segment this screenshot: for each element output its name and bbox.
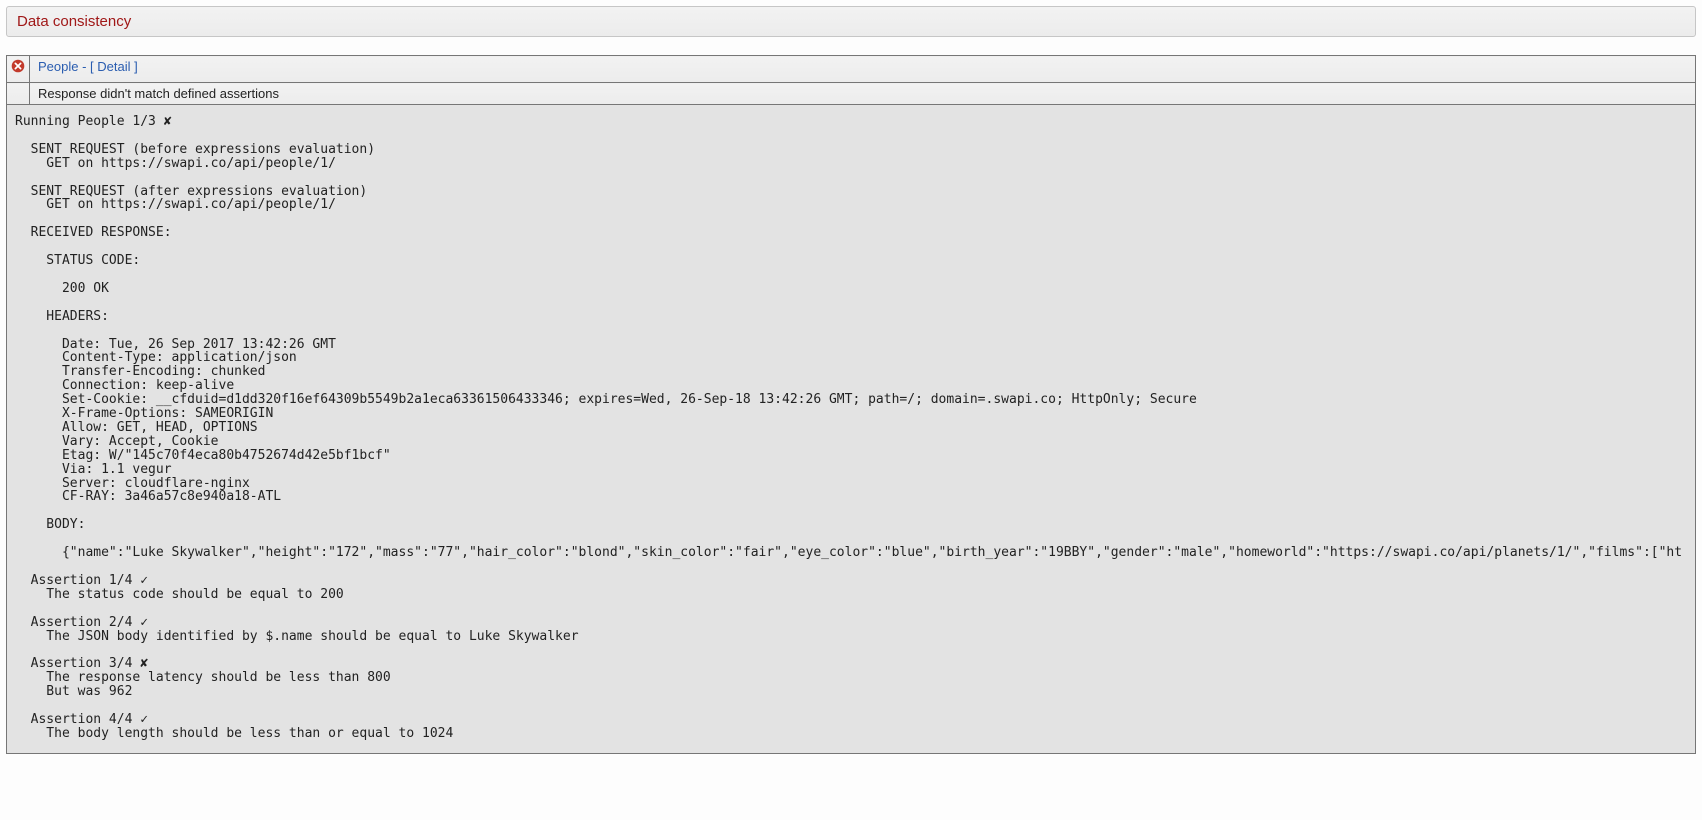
empty-icon-cell bbox=[7, 83, 30, 105]
status-icon-cell bbox=[7, 56, 30, 83]
result-body-row: Running People 1/3 ✘ SENT REQUEST (befor… bbox=[7, 105, 1696, 754]
result-body-cell: Running People 1/3 ✘ SENT REQUEST (befor… bbox=[7, 105, 1696, 754]
result-message: Response didn't match defined assertions bbox=[30, 83, 1696, 105]
error-icon bbox=[11, 59, 25, 73]
results-table: People - [ Detail ] Response didn't matc… bbox=[6, 55, 1696, 754]
result-header-row: People - [ Detail ] bbox=[7, 56, 1696, 83]
suite-title-panel: Data consistency bbox=[6, 6, 1696, 37]
suite-title: Data consistency bbox=[17, 13, 131, 30]
result-link-cell: People - [ Detail ] bbox=[30, 56, 1696, 83]
result-detail-link[interactable]: People - [ Detail ] bbox=[38, 59, 138, 74]
result-message-row: Response didn't match defined assertions bbox=[7, 83, 1696, 105]
result-log[interactable]: Running People 1/3 ✘ SENT REQUEST (befor… bbox=[15, 115, 1687, 741]
